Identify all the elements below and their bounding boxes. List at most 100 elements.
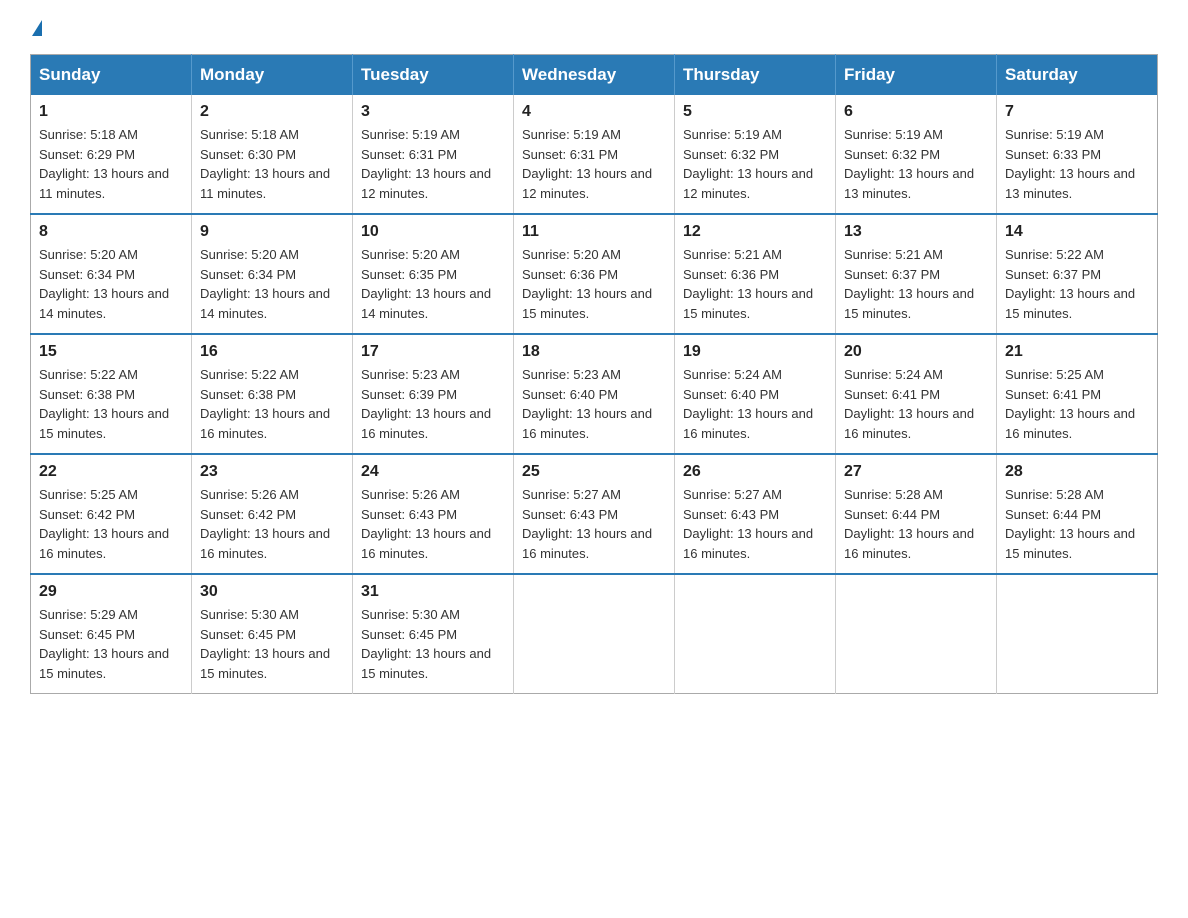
calendar-cell: 14 Sunrise: 5:22 AMSunset: 6:37 PMDaylig… xyxy=(997,214,1158,334)
calendar-cell: 12 Sunrise: 5:21 AMSunset: 6:36 PMDaylig… xyxy=(675,214,836,334)
calendar-cell: 23 Sunrise: 5:26 AMSunset: 6:42 PMDaylig… xyxy=(192,454,353,574)
header-saturday: Saturday xyxy=(997,55,1158,96)
day-number: 17 xyxy=(361,343,505,361)
day-number: 19 xyxy=(683,343,827,361)
day-info: Sunrise: 5:20 AMSunset: 6:35 PMDaylight:… xyxy=(361,247,491,321)
day-number: 13 xyxy=(844,223,988,241)
day-number: 22 xyxy=(39,463,183,481)
day-info: Sunrise: 5:28 AMSunset: 6:44 PMDaylight:… xyxy=(844,487,974,561)
day-info: Sunrise: 5:18 AMSunset: 6:29 PMDaylight:… xyxy=(39,127,169,201)
day-info: Sunrise: 5:19 AMSunset: 6:33 PMDaylight:… xyxy=(1005,127,1135,201)
day-info: Sunrise: 5:23 AMSunset: 6:40 PMDaylight:… xyxy=(522,367,652,441)
day-number: 30 xyxy=(200,583,344,601)
day-info: Sunrise: 5:27 AMSunset: 6:43 PMDaylight:… xyxy=(522,487,652,561)
day-number: 7 xyxy=(1005,103,1149,121)
day-number: 9 xyxy=(200,223,344,241)
calendar-week-3: 15 Sunrise: 5:22 AMSunset: 6:38 PMDaylig… xyxy=(31,334,1158,454)
day-number: 16 xyxy=(200,343,344,361)
day-info: Sunrise: 5:22 AMSunset: 6:38 PMDaylight:… xyxy=(39,367,169,441)
day-number: 20 xyxy=(844,343,988,361)
day-info: Sunrise: 5:26 AMSunset: 6:43 PMDaylight:… xyxy=(361,487,491,561)
day-number: 25 xyxy=(522,463,666,481)
day-info: Sunrise: 5:20 AMSunset: 6:34 PMDaylight:… xyxy=(39,247,169,321)
calendar-cell: 16 Sunrise: 5:22 AMSunset: 6:38 PMDaylig… xyxy=(192,334,353,454)
calendar-cell xyxy=(675,574,836,694)
day-number: 24 xyxy=(361,463,505,481)
calendar-cell: 13 Sunrise: 5:21 AMSunset: 6:37 PMDaylig… xyxy=(836,214,997,334)
calendar-cell: 25 Sunrise: 5:27 AMSunset: 6:43 PMDaylig… xyxy=(514,454,675,574)
day-info: Sunrise: 5:21 AMSunset: 6:36 PMDaylight:… xyxy=(683,247,813,321)
calendar-week-2: 8 Sunrise: 5:20 AMSunset: 6:34 PMDayligh… xyxy=(31,214,1158,334)
calendar-cell xyxy=(836,574,997,694)
calendar-cell: 11 Sunrise: 5:20 AMSunset: 6:36 PMDaylig… xyxy=(514,214,675,334)
calendar-cell: 10 Sunrise: 5:20 AMSunset: 6:35 PMDaylig… xyxy=(353,214,514,334)
day-number: 23 xyxy=(200,463,344,481)
day-info: Sunrise: 5:19 AMSunset: 6:31 PMDaylight:… xyxy=(361,127,491,201)
day-info: Sunrise: 5:20 AMSunset: 6:34 PMDaylight:… xyxy=(200,247,330,321)
day-number: 2 xyxy=(200,103,344,121)
day-number: 18 xyxy=(522,343,666,361)
calendar-cell: 22 Sunrise: 5:25 AMSunset: 6:42 PMDaylig… xyxy=(31,454,192,574)
day-info: Sunrise: 5:19 AMSunset: 6:32 PMDaylight:… xyxy=(683,127,813,201)
calendar-cell: 15 Sunrise: 5:22 AMSunset: 6:38 PMDaylig… xyxy=(31,334,192,454)
day-info: Sunrise: 5:28 AMSunset: 6:44 PMDaylight:… xyxy=(1005,487,1135,561)
day-info: Sunrise: 5:30 AMSunset: 6:45 PMDaylight:… xyxy=(361,607,491,681)
calendar-cell: 5 Sunrise: 5:19 AMSunset: 6:32 PMDayligh… xyxy=(675,95,836,214)
calendar-cell: 28 Sunrise: 5:28 AMSunset: 6:44 PMDaylig… xyxy=(997,454,1158,574)
day-info: Sunrise: 5:21 AMSunset: 6:37 PMDaylight:… xyxy=(844,247,974,321)
day-number: 26 xyxy=(683,463,827,481)
day-info: Sunrise: 5:30 AMSunset: 6:45 PMDaylight:… xyxy=(200,607,330,681)
logo-triangle-icon xyxy=(32,20,42,36)
header-thursday: Thursday xyxy=(675,55,836,96)
day-number: 6 xyxy=(844,103,988,121)
calendar-week-4: 22 Sunrise: 5:25 AMSunset: 6:42 PMDaylig… xyxy=(31,454,1158,574)
day-info: Sunrise: 5:23 AMSunset: 6:39 PMDaylight:… xyxy=(361,367,491,441)
header-monday: Monday xyxy=(192,55,353,96)
header-wednesday: Wednesday xyxy=(514,55,675,96)
day-info: Sunrise: 5:26 AMSunset: 6:42 PMDaylight:… xyxy=(200,487,330,561)
calendar-cell xyxy=(514,574,675,694)
calendar-table: SundayMondayTuesdayWednesdayThursdayFrid… xyxy=(30,54,1158,694)
calendar-week-5: 29 Sunrise: 5:29 AMSunset: 6:45 PMDaylig… xyxy=(31,574,1158,694)
calendar-cell: 27 Sunrise: 5:28 AMSunset: 6:44 PMDaylig… xyxy=(836,454,997,574)
calendar-cell: 20 Sunrise: 5:24 AMSunset: 6:41 PMDaylig… xyxy=(836,334,997,454)
day-number: 1 xyxy=(39,103,183,121)
calendar-cell xyxy=(997,574,1158,694)
calendar-cell: 17 Sunrise: 5:23 AMSunset: 6:39 PMDaylig… xyxy=(353,334,514,454)
day-number: 12 xyxy=(683,223,827,241)
day-number: 11 xyxy=(522,223,666,241)
calendar-cell: 31 Sunrise: 5:30 AMSunset: 6:45 PMDaylig… xyxy=(353,574,514,694)
day-info: Sunrise: 5:19 AMSunset: 6:31 PMDaylight:… xyxy=(522,127,652,201)
day-info: Sunrise: 5:24 AMSunset: 6:41 PMDaylight:… xyxy=(844,367,974,441)
header-sunday: Sunday xyxy=(31,55,192,96)
day-info: Sunrise: 5:20 AMSunset: 6:36 PMDaylight:… xyxy=(522,247,652,321)
calendar-week-1: 1 Sunrise: 5:18 AMSunset: 6:29 PMDayligh… xyxy=(31,95,1158,214)
header-tuesday: Tuesday xyxy=(353,55,514,96)
day-number: 29 xyxy=(39,583,183,601)
day-number: 3 xyxy=(361,103,505,121)
calendar-cell: 4 Sunrise: 5:19 AMSunset: 6:31 PMDayligh… xyxy=(514,95,675,214)
day-info: Sunrise: 5:25 AMSunset: 6:42 PMDaylight:… xyxy=(39,487,169,561)
day-number: 15 xyxy=(39,343,183,361)
day-info: Sunrise: 5:27 AMSunset: 6:43 PMDaylight:… xyxy=(683,487,813,561)
day-number: 10 xyxy=(361,223,505,241)
logo xyxy=(30,20,42,36)
day-number: 31 xyxy=(361,583,505,601)
day-number: 27 xyxy=(844,463,988,481)
day-number: 21 xyxy=(1005,343,1149,361)
calendar-cell: 30 Sunrise: 5:30 AMSunset: 6:45 PMDaylig… xyxy=(192,574,353,694)
day-info: Sunrise: 5:25 AMSunset: 6:41 PMDaylight:… xyxy=(1005,367,1135,441)
day-info: Sunrise: 5:22 AMSunset: 6:37 PMDaylight:… xyxy=(1005,247,1135,321)
day-number: 28 xyxy=(1005,463,1149,481)
day-info: Sunrise: 5:22 AMSunset: 6:38 PMDaylight:… xyxy=(200,367,330,441)
calendar-cell: 24 Sunrise: 5:26 AMSunset: 6:43 PMDaylig… xyxy=(353,454,514,574)
day-info: Sunrise: 5:19 AMSunset: 6:32 PMDaylight:… xyxy=(844,127,974,201)
day-number: 8 xyxy=(39,223,183,241)
day-info: Sunrise: 5:18 AMSunset: 6:30 PMDaylight:… xyxy=(200,127,330,201)
calendar-header-row: SundayMondayTuesdayWednesdayThursdayFrid… xyxy=(31,55,1158,96)
calendar-cell: 21 Sunrise: 5:25 AMSunset: 6:41 PMDaylig… xyxy=(997,334,1158,454)
calendar-cell: 29 Sunrise: 5:29 AMSunset: 6:45 PMDaylig… xyxy=(31,574,192,694)
calendar-cell: 8 Sunrise: 5:20 AMSunset: 6:34 PMDayligh… xyxy=(31,214,192,334)
calendar-cell: 6 Sunrise: 5:19 AMSunset: 6:32 PMDayligh… xyxy=(836,95,997,214)
calendar-cell: 7 Sunrise: 5:19 AMSunset: 6:33 PMDayligh… xyxy=(997,95,1158,214)
